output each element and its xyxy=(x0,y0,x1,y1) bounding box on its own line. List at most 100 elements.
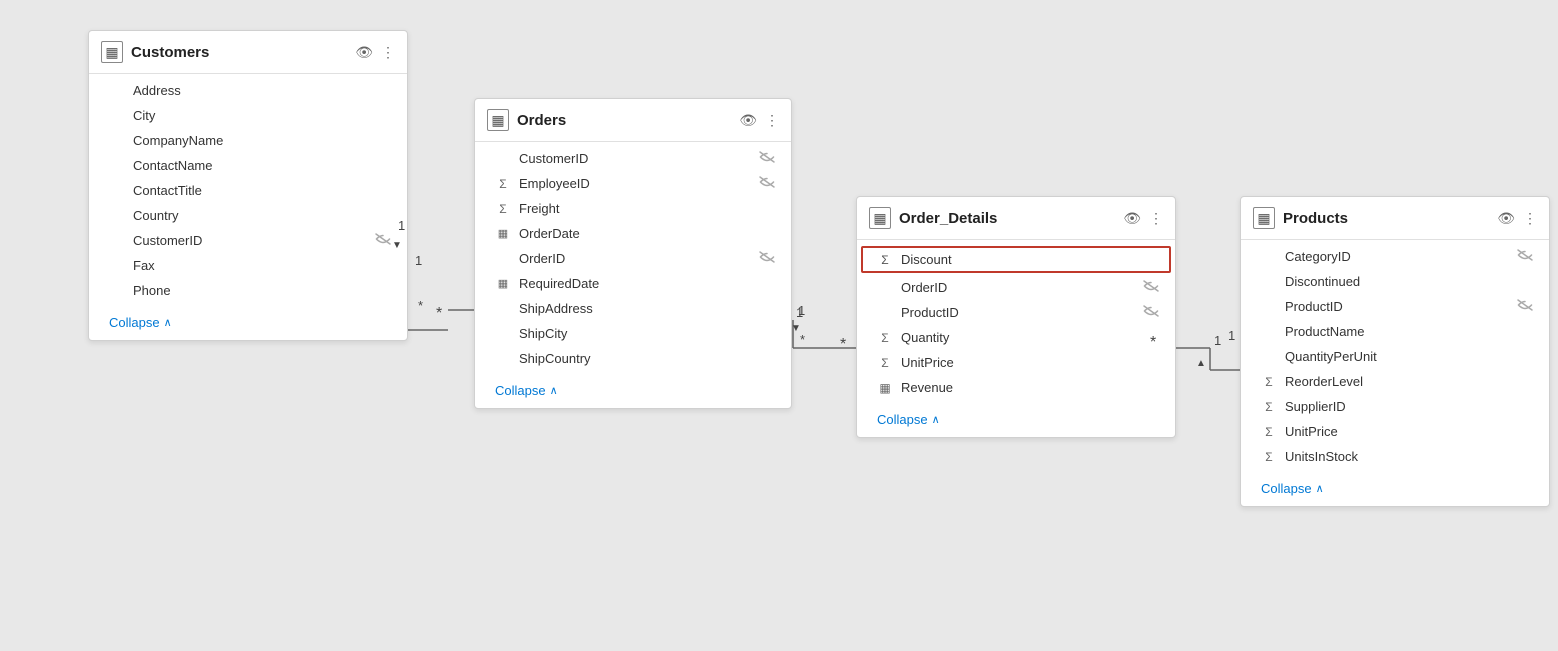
orders-field-freight[interactable]: Σ Freight xyxy=(475,196,791,221)
order-details-chevron-up: ∧ xyxy=(932,413,940,426)
orders-field-requireddate[interactable]: ▦ RequiredDate xyxy=(475,271,791,296)
products-title: Products xyxy=(1283,210,1489,227)
rel-details-products-many: * xyxy=(1150,334,1156,352)
orders-customerid-eye[interactable] xyxy=(759,151,775,166)
order-details-field-revenue[interactable]: ▦ Revenue xyxy=(857,375,1175,400)
orders-orderid-eye[interactable] xyxy=(759,251,775,266)
order-details-icon: ▦ xyxy=(869,207,891,229)
products-table: ▦ Products 👁 ⋮ CategoryID Discontinued xyxy=(1240,196,1550,507)
customers-header: ▦ Customers 👁 ⋮ xyxy=(89,31,407,74)
svg-text:1: 1 xyxy=(415,253,422,268)
customers-field-customerid[interactable]: CustomerID xyxy=(89,228,407,253)
orders-field-orderdate[interactable]: ▦ OrderDate xyxy=(475,221,791,246)
products-productid-eye[interactable] xyxy=(1517,299,1533,314)
orders-field-orderid[interactable]: OrderID xyxy=(475,246,791,271)
products-field-supplierid[interactable]: Σ SupplierID xyxy=(1241,394,1549,419)
order-details-eye-icon[interactable]: 👁 xyxy=(1123,210,1141,227)
products-table-icon: ▦ xyxy=(1253,207,1275,229)
svg-text:*: * xyxy=(800,332,805,347)
field-sigma-unitprice: Σ xyxy=(877,356,893,370)
products-collapse[interactable]: Collapse ∧ xyxy=(1241,473,1549,506)
customers-field-contacttitle[interactable]: ContactTitle xyxy=(89,178,407,203)
customers-field-city[interactable]: City xyxy=(89,103,407,128)
order-details-field-discount[interactable]: Σ Discount xyxy=(861,246,1171,273)
customers-body: Address City CompanyName ContactName Con… xyxy=(89,74,407,307)
orders-table: ▦ Orders 👁 ⋮ CustomerID Σ EmployeeID xyxy=(474,98,792,409)
field-sigma-discount: Σ xyxy=(877,253,893,267)
customers-field-companyname[interactable]: CompanyName xyxy=(89,128,407,153)
order-details-field-quantity[interactable]: Σ Quantity xyxy=(857,325,1175,350)
diagram-canvas: 1 * 1 * * 1 ▦ Customers 👁 ⋮ Address xyxy=(0,0,1558,651)
field-sigma-unitsinstock: Σ xyxy=(1261,450,1277,464)
order-details-table: ▦ Order_Details 👁 ⋮ Σ Discount OrderID xyxy=(856,196,1176,438)
customers-chevron-up: ∧ xyxy=(164,316,172,329)
rel-orders-details-arrow: ▼ xyxy=(791,323,801,334)
orders-field-shipcity[interactable]: ShipCity xyxy=(475,321,791,346)
customers-field-phone[interactable]: Phone xyxy=(89,278,407,303)
orders-title: Orders xyxy=(517,112,731,129)
svg-text:1: 1 xyxy=(1214,333,1221,348)
orders-field-shipaddress[interactable]: ShipAddress xyxy=(475,296,791,321)
customers-eye-icon[interactable]: 👁 xyxy=(355,44,373,61)
orders-more-icon[interactable]: ⋮ xyxy=(765,112,779,129)
products-field-reorderlevel[interactable]: Σ ReorderLevel xyxy=(1241,369,1549,394)
field-sigma-freight: Σ xyxy=(495,202,511,216)
field-cal-orderdate: ▦ xyxy=(495,227,511,240)
products-more-icon[interactable]: ⋮ xyxy=(1523,210,1537,227)
orders-chevron-up: ∧ xyxy=(550,384,558,397)
customers-field-country[interactable]: Country xyxy=(89,203,407,228)
customers-more-icon[interactable]: ⋮ xyxy=(381,44,395,61)
products-categoryid-eye[interactable] xyxy=(1517,249,1533,264)
orders-collapse[interactable]: Collapse ∧ xyxy=(475,375,791,408)
rel-details-products-1: 1 xyxy=(1228,328,1235,343)
customers-field-contactname[interactable]: ContactName xyxy=(89,153,407,178)
products-field-quantityperunit[interactable]: QuantityPerUnit xyxy=(1241,344,1549,369)
rel-customers-orders-arrow: ▼ xyxy=(392,240,402,251)
customers-customerid-eye[interactable] xyxy=(375,233,391,248)
orders-table-icon: ▦ xyxy=(487,109,509,131)
orders-field-shipcountry[interactable]: ShipCountry xyxy=(475,346,791,371)
od-productid-eye[interactable] xyxy=(1143,305,1159,320)
products-eye-icon[interactable]: 👁 xyxy=(1497,210,1515,227)
field-grid-revenue: ▦ xyxy=(877,381,893,395)
rel-details-products-up: ▲ xyxy=(1196,358,1206,369)
products-header: ▦ Products 👁 ⋮ xyxy=(1241,197,1549,240)
products-field-productname[interactable]: ProductName xyxy=(1241,319,1549,344)
field-cal-requireddate: ▦ xyxy=(495,277,511,290)
field-sigma-quantity: Σ xyxy=(877,331,893,345)
field-sigma-p-unitprice: Σ xyxy=(1261,425,1277,439)
products-field-unitprice[interactable]: Σ UnitPrice xyxy=(1241,419,1549,444)
order-details-more-icon[interactable]: ⋮ xyxy=(1149,210,1163,227)
order-details-field-unitprice[interactable]: Σ UnitPrice xyxy=(857,350,1175,375)
svg-text:*: * xyxy=(418,298,423,313)
rel-customers-orders-many: * xyxy=(436,305,442,323)
customers-title: Customers xyxy=(131,44,347,61)
rel-orders-details-many: * xyxy=(840,336,846,354)
customers-table-icon: ▦ xyxy=(101,41,123,63)
order-details-field-productid[interactable]: ProductID xyxy=(857,300,1175,325)
orders-header: ▦ Orders 👁 ⋮ xyxy=(475,99,791,142)
orders-employeeid-eye[interactable] xyxy=(759,176,775,191)
order-details-title: Order_Details xyxy=(899,210,1115,227)
products-field-discontinued[interactable]: Discontinued xyxy=(1241,269,1549,294)
od-orderid-eye[interactable] xyxy=(1143,280,1159,295)
customers-table: ▦ Customers 👁 ⋮ Address City CompanyName xyxy=(88,30,408,341)
order-details-header: ▦ Order_Details 👁 ⋮ xyxy=(857,197,1175,240)
products-field-productid[interactable]: ProductID xyxy=(1241,294,1549,319)
customers-collapse[interactable]: Collapse ∧ xyxy=(89,307,407,340)
products-chevron-up: ∧ xyxy=(1316,482,1324,495)
products-body: CategoryID Discontinued ProductID Produc… xyxy=(1241,240,1549,473)
customers-field-address[interactable]: Address xyxy=(89,78,407,103)
orders-body: CustomerID Σ EmployeeID Σ Freight ▦ Orde… xyxy=(475,142,791,375)
order-details-body: Σ Discount OrderID ProductID Σ Quantity xyxy=(857,240,1175,404)
order-details-collapse[interactable]: Collapse ∧ xyxy=(857,404,1175,437)
products-field-categoryid[interactable]: CategoryID xyxy=(1241,244,1549,269)
customers-field-fax[interactable]: Fax xyxy=(89,253,407,278)
orders-field-customerid[interactable]: CustomerID xyxy=(475,146,791,171)
orders-eye-icon[interactable]: 👁 xyxy=(739,112,757,129)
products-field-unitsinstock[interactable]: Σ UnitsInStock xyxy=(1241,444,1549,469)
field-sigma-reorderlevel: Σ xyxy=(1261,375,1277,389)
orders-field-employeeid[interactable]: Σ EmployeeID xyxy=(475,171,791,196)
order-details-field-orderid[interactable]: OrderID xyxy=(857,275,1175,300)
rel-customers-orders-1: 1 xyxy=(398,218,405,233)
